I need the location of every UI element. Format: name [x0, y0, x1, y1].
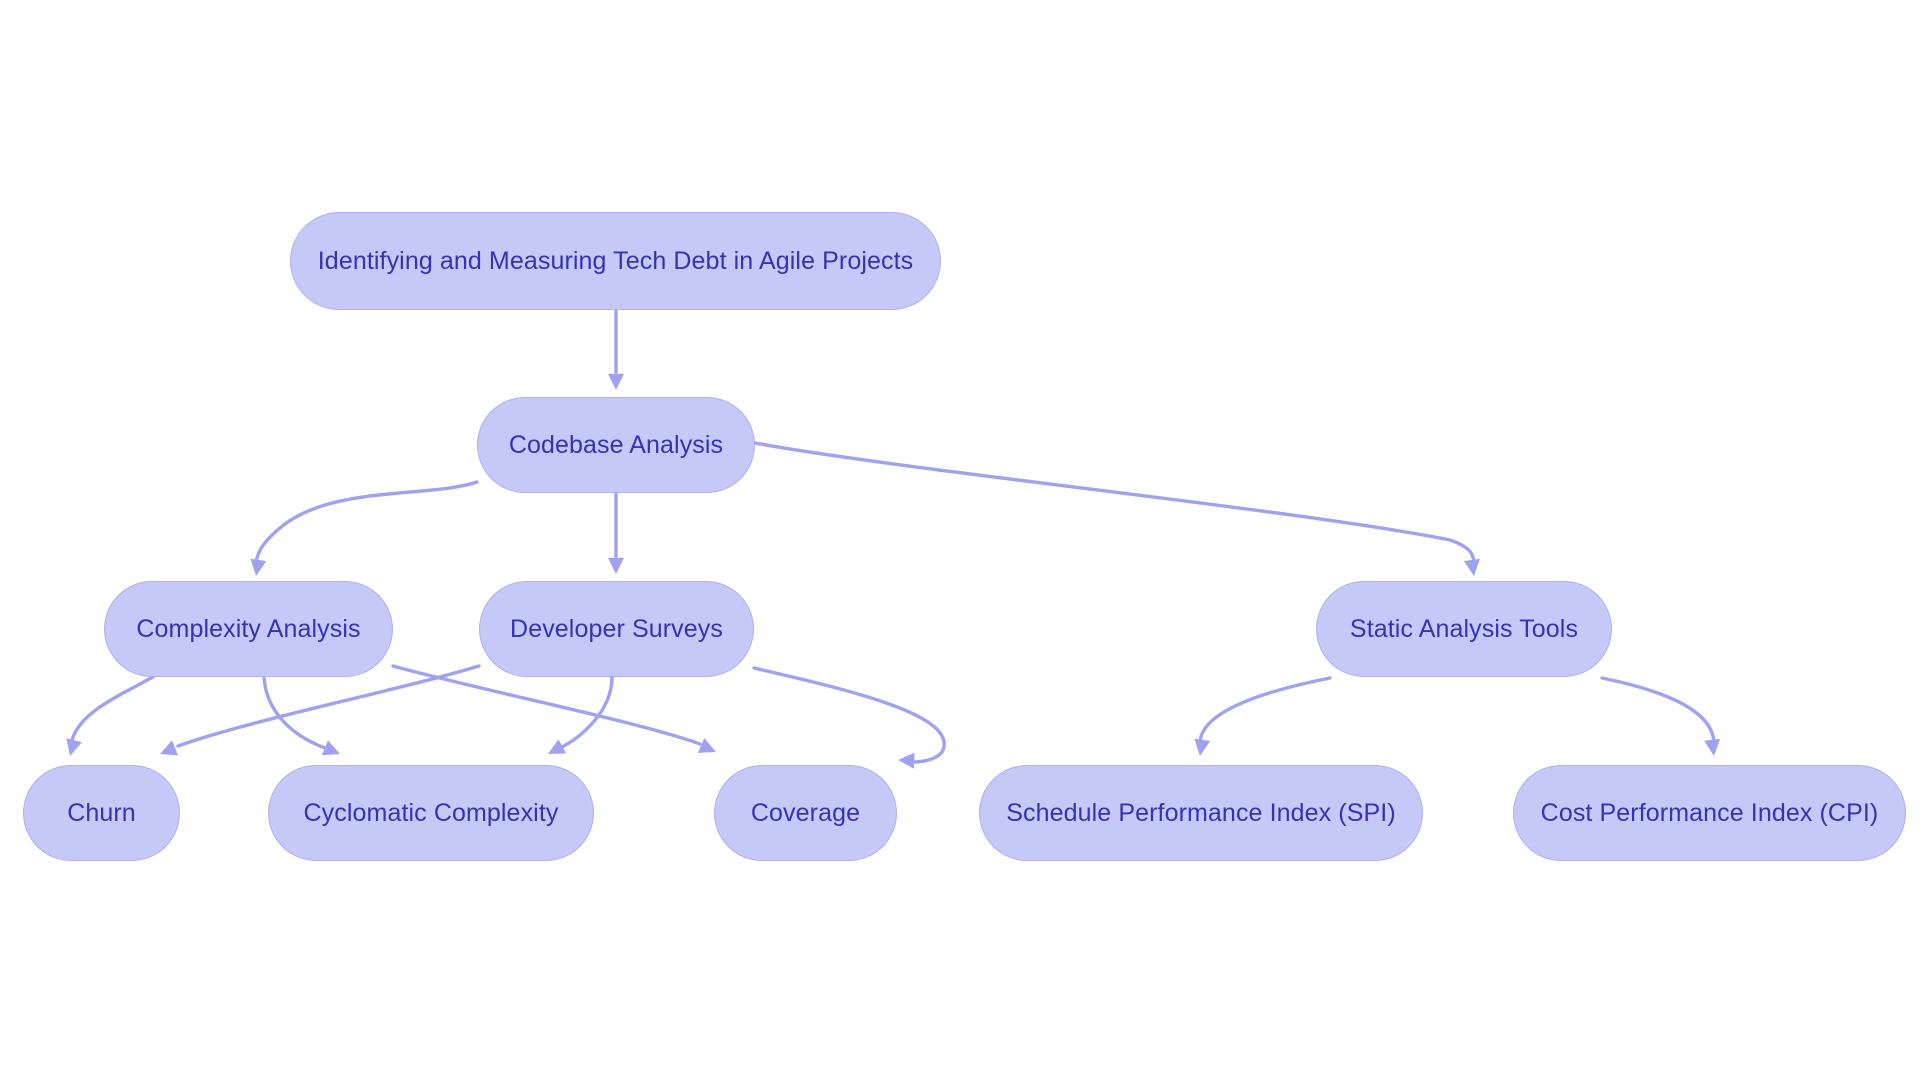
node-label: Churn [67, 798, 136, 827]
arrowhead-icon [607, 557, 625, 574]
arrowhead-icon [607, 373, 625, 390]
edge-line [70, 675, 155, 742]
node-label: Codebase Analysis [508, 430, 724, 459]
node-cost_performance_index[interactable]: Cost Performance Index (CPI) [1513, 765, 1906, 861]
arrowhead-icon [1194, 738, 1211, 756]
node-schedule_performance_index[interactable]: Schedule Performance Index (SPI) [979, 765, 1423, 861]
edge-line [752, 666, 946, 764]
edge-line [1600, 676, 1716, 744]
node-root[interactable]: Identifying and Measuring Tech Debt in A… [290, 212, 941, 310]
arrowhead-icon [250, 558, 267, 576]
node-churn[interactable]: Churn [23, 765, 180, 861]
edge-static_analysis_tools-to-cost_performance_index [1600, 676, 1721, 756]
edge-developer_surveys-to-cyclomatic_complexity [548, 675, 614, 754]
node-label: Schedule Performance Index (SPI) [1006, 798, 1396, 827]
node-codebase_analysis[interactable]: Codebase Analysis [477, 397, 755, 493]
edge-static_analysis_tools-to-schedule_performance_index [1194, 676, 1332, 756]
arrowhead-icon [898, 752, 915, 769]
edge-developer_surveys-to-churn [160, 664, 481, 756]
flowchart-diagram: Identifying and Measuring Tech Debt in A… [0, 0, 1920, 1083]
node-label: Cyclomatic Complexity [303, 798, 559, 827]
edge-codebase_analysis-to-developer_surveys [607, 491, 625, 574]
node-label: Identifying and Measuring Tech Debt in A… [317, 246, 914, 275]
edge-line [254, 480, 479, 564]
arrowhead-icon [697, 738, 716, 753]
node-label: Complexity Analysis [136, 614, 361, 643]
node-cyclomatic_complexity[interactable]: Cyclomatic Complexity [268, 765, 594, 861]
arrowhead-icon [1704, 738, 1721, 756]
edge-line [753, 441, 1476, 566]
arrowhead-icon [66, 738, 82, 756]
edge-line [1198, 676, 1332, 744]
edge-complexity_analysis-to-churn [66, 675, 155, 756]
node-label: Coverage [750, 798, 861, 827]
node-complexity_analysis[interactable]: Complexity Analysis [104, 581, 393, 677]
edge-root-to-codebase_analysis [607, 308, 625, 390]
edge-developer_surveys-to-coverage [752, 666, 946, 769]
arrowhead-icon [548, 739, 567, 754]
edge-line [391, 664, 702, 746]
node-label: Developer Surveys [510, 614, 723, 643]
node-developer_surveys[interactable]: Developer Surveys [479, 581, 754, 677]
arrowhead-icon [1463, 558, 1480, 576]
node-static_analysis_tools[interactable]: Static Analysis Tools [1316, 581, 1612, 677]
arrowhead-icon [160, 740, 179, 756]
node-coverage[interactable]: Coverage [714, 765, 897, 861]
edge-codebase_analysis-to-complexity_analysis [250, 480, 479, 576]
edge-codebase_analysis-to-static_analysis_tools [753, 441, 1480, 576]
node-label: Static Analysis Tools [1349, 614, 1579, 643]
edge-layer [66, 308, 1721, 769]
arrowhead-icon [321, 740, 340, 756]
node-label: Cost Performance Index (CPI) [1540, 798, 1879, 827]
